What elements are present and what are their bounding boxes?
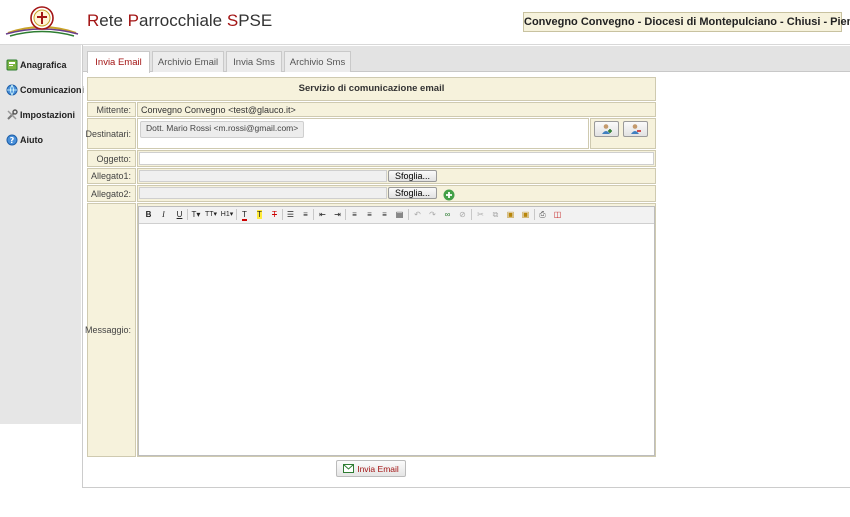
sidebar-item-label: Impostazioni [20, 110, 76, 120]
heading-button[interactable]: H1▾ [219, 208, 235, 221]
allegato2-label: Allegato2: [87, 185, 136, 202]
allegato1-label: Allegato1: [87, 168, 136, 184]
bullet-list-icon[interactable]: ☰ [284, 208, 297, 221]
sidebar-item-aiuto[interactable]: ? Aiuto [6, 133, 43, 147]
font-family-button[interactable]: T▾ [189, 208, 203, 221]
align-justify-icon[interactable]: ▤ [393, 208, 406, 221]
address-book-icon [6, 59, 18, 71]
mittente-value: Convegno Convegno <test@glauco.it> [137, 102, 656, 117]
logo [4, 3, 80, 37]
destinatari-label-text: Destinatari: [85, 128, 131, 139]
redo-icon[interactable]: ↷ [426, 208, 439, 221]
tab-archivio-sms[interactable]: Archivio Sms [284, 51, 351, 72]
svg-text:?: ? [10, 136, 15, 145]
help-icon: ? [6, 134, 18, 146]
remove-user-icon [630, 124, 641, 134]
add-user-icon [601, 124, 612, 134]
attachment1-browse-button[interactable]: Sfoglia... [388, 170, 437, 182]
toolbar-separator [408, 209, 409, 220]
font-size-button[interactable]: TT▾ [204, 208, 218, 221]
remove-format-icon[interactable]: T [268, 208, 281, 221]
toolbar-separator [471, 209, 472, 220]
underline-button[interactable]: U [173, 208, 186, 221]
toolbar-separator [345, 209, 346, 220]
globe-icon [6, 84, 18, 96]
sidebar: Anagrafica Comunicazioni Impostazioni ? … [0, 45, 84, 424]
sidebar-item-label: Comunicazioni [20, 85, 85, 95]
numbered-list-icon[interactable]: ≡ [299, 208, 312, 221]
oggetto-label: Oggetto: [87, 150, 136, 167]
add-attachment-icon[interactable] [443, 189, 455, 201]
tools-icon [7, 109, 18, 120]
form-title: Servizio di comunicazione email [87, 77, 656, 101]
messaggio-label: Messaggio: [84, 203, 136, 457]
recipient-chip[interactable]: Dott. Mario Rossi <m.rossi@gmail.com> [140, 121, 305, 138]
subject-input[interactable] [139, 152, 654, 165]
sidebar-item-label: Aiuto [20, 135, 43, 145]
toolbar-separator [236, 209, 237, 220]
attachment2-path[interactable] [139, 187, 387, 199]
toolbar-separator [187, 209, 188, 220]
text-color-icon[interactable]: T [238, 208, 251, 221]
sidebar-item-comunicazioni[interactable]: Comunicazioni [6, 83, 84, 97]
message-editor[interactable] [138, 206, 655, 456]
tab-archivio-email[interactable]: Archivio Email [152, 51, 224, 72]
app-title: Rete Parrocchiale SPSE [87, 11, 273, 30]
align-left-icon[interactable]: ≡ [348, 208, 361, 221]
attachment1-path[interactable] [139, 170, 387, 182]
oggetto-label-text: Oggetto: [96, 153, 131, 164]
undo-icon[interactable]: ↶ [411, 208, 424, 221]
toolbar-separator [534, 209, 535, 220]
destinatari-label: Destinatari: [85, 118, 136, 149]
indent-icon[interactable]: ⇥ [331, 208, 344, 221]
highlight-color-icon[interactable]: T [253, 208, 266, 221]
allegato2-label-text: Allegato2: [90, 188, 131, 199]
mail-send-icon [343, 464, 355, 473]
unlink-icon[interactable]: ⊘ [456, 208, 469, 221]
toolbar-separator [313, 209, 314, 220]
paste-icon[interactable]: ▣ [504, 208, 517, 221]
send-email-label: Invia Email [357, 463, 399, 474]
html-source-icon[interactable]: ◫ [551, 208, 564, 221]
allegato1-label-text: Allegato1: [90, 171, 131, 181]
mittente-label-text: Mittente: [96, 104, 131, 115]
toolbar-separator [282, 209, 283, 220]
sidebar-item-impostazioni[interactable]: Impostazioni [6, 108, 75, 122]
attachment2-browse-button[interactable]: Sfoglia... [388, 187, 437, 199]
align-right-icon[interactable]: ≡ [378, 208, 391, 221]
tab-invia-email[interactable]: Invia Email [87, 51, 150, 73]
send-email-button[interactable]: Invia Email [336, 460, 406, 477]
header-parish-info: Convegno Convegno - Diocesi di Montepulc… [523, 12, 850, 32]
cut-icon[interactable]: ✂ [474, 208, 487, 221]
print-icon[interactable]: ⎙ [536, 208, 549, 221]
copy-icon[interactable]: ⧉ [489, 208, 502, 221]
bold-button[interactable]: B [142, 208, 155, 221]
align-center-icon[interactable]: ≡ [363, 208, 376, 221]
sidebar-item-label: Anagrafica [20, 60, 67, 70]
add-recipient-button[interactable] [594, 121, 619, 137]
insert-link-icon[interactable]: ∞ [441, 208, 454, 221]
tab-invia-sms[interactable]: Invia Sms [226, 51, 282, 72]
italic-button[interactable]: I [157, 208, 170, 221]
mittente-label: Mittente: [87, 102, 136, 117]
messaggio-label-text: Messaggio: [84, 325, 131, 335]
outdent-icon[interactable]: ⇤ [316, 208, 329, 221]
remove-recipient-button[interactable] [623, 121, 648, 137]
paste-text-icon[interactable]: ▣ [519, 208, 532, 221]
sidebar-item-anagrafica[interactable]: Anagrafica [6, 58, 67, 72]
